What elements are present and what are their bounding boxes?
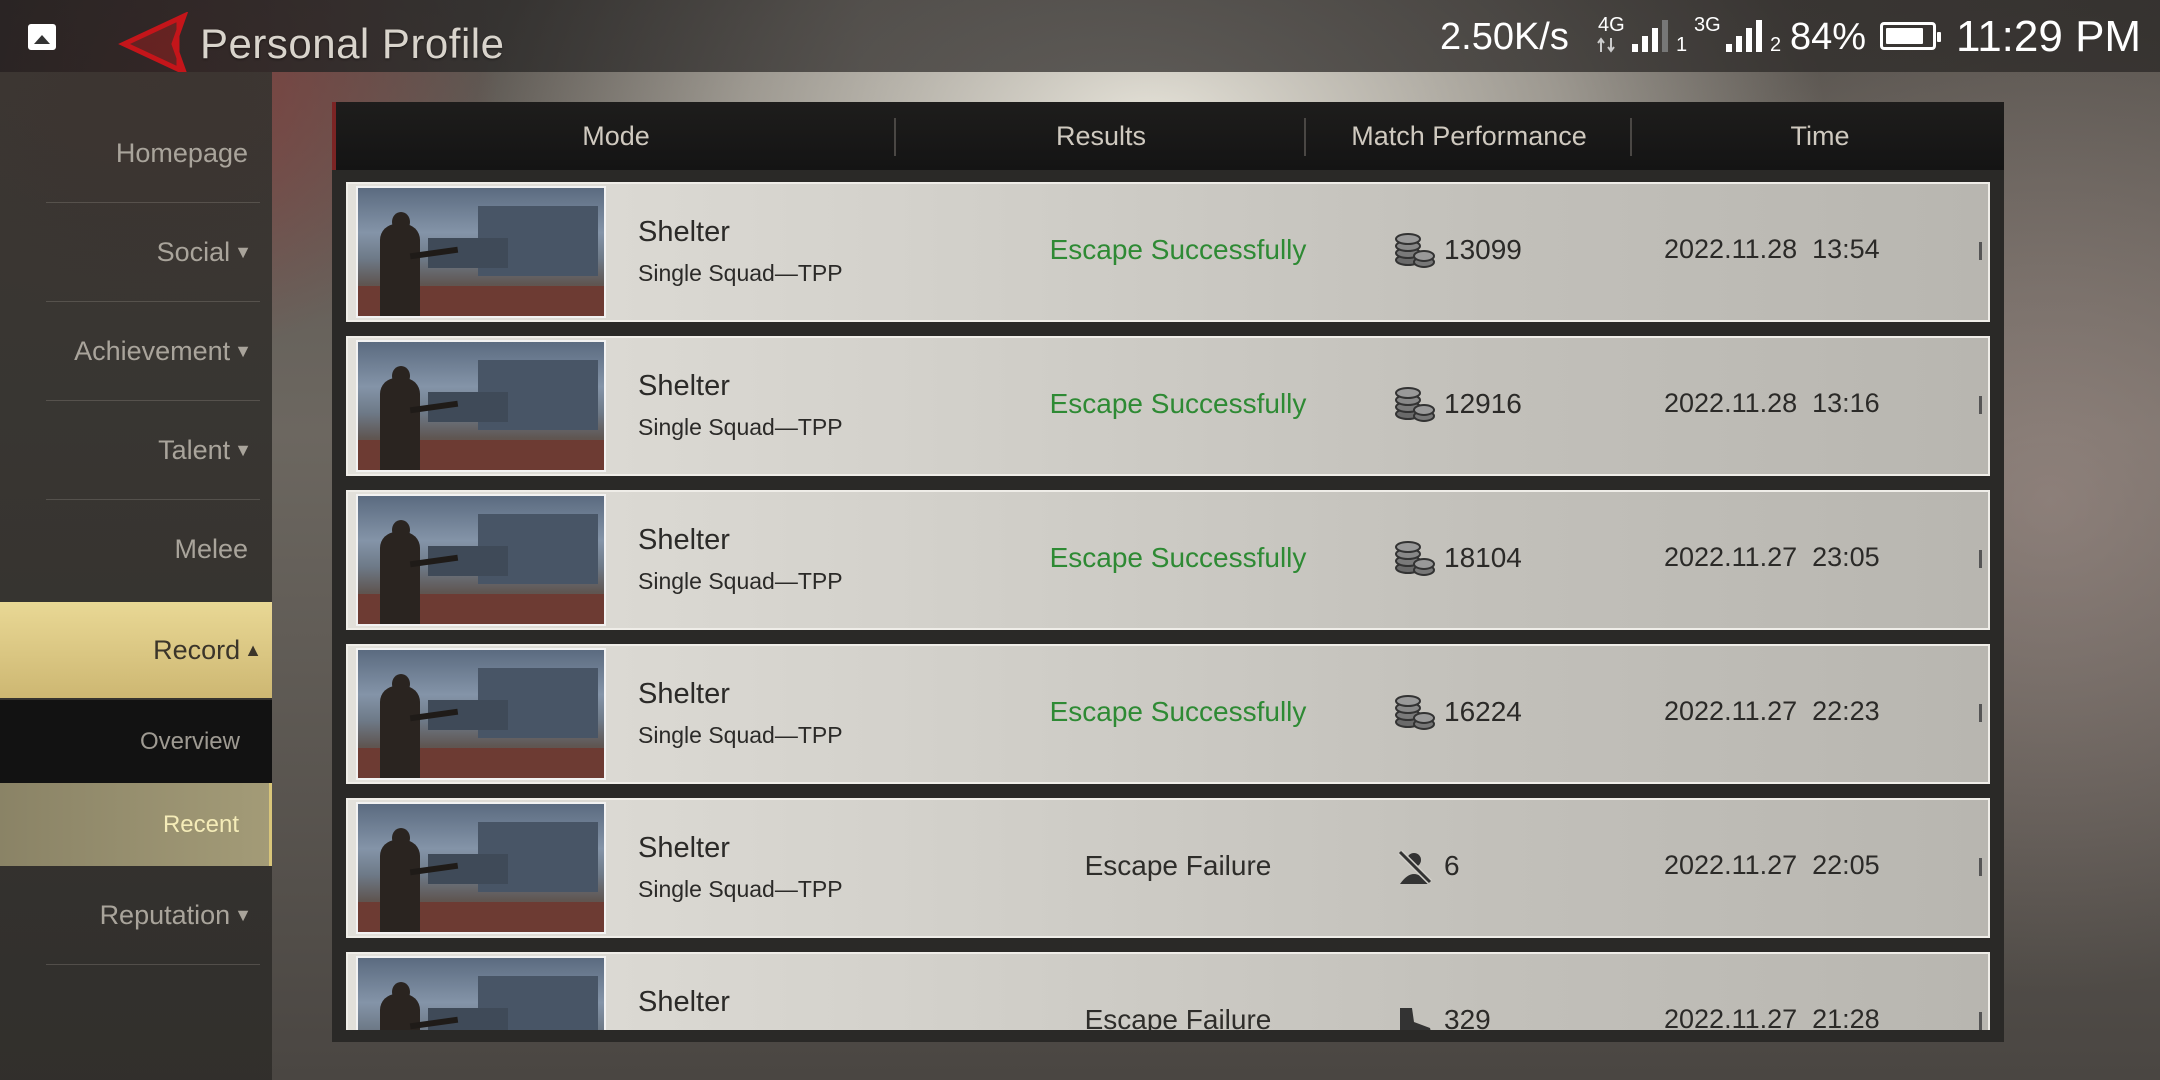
sidebar-item-social[interactable]: Social ▼ (46, 203, 260, 302)
row-marker (1979, 242, 1982, 260)
sidebar-subitem-label: Recent (162, 810, 239, 838)
sidebar-item-label: Record (153, 634, 241, 665)
mode-name: Single Squad—TPP (638, 876, 843, 902)
status-bar: Personal Profile 2.50K/s 4G 1 3G 2 84% 1… (0, 0, 2160, 76)
map-thumbnail (356, 648, 606, 780)
data-arrows-icon (1597, 37, 1615, 53)
coins-icon (1394, 540, 1436, 578)
match-record-table: Mode Results Match Performance Time Shel… (332, 102, 2004, 1042)
match-time: 2022.11.27 21:28 (1664, 1004, 1880, 1030)
map-name: Shelter (638, 678, 730, 710)
map-name: Shelter (638, 832, 730, 864)
coins-icon (1394, 694, 1436, 732)
mode-name: Single Squad—TPP (638, 414, 843, 440)
coins-icon (1394, 386, 1436, 424)
boot-icon (1394, 1002, 1436, 1030)
coins-icon (1394, 232, 1436, 270)
row-marker (1979, 704, 1982, 722)
sidebar-item-label: Homepage (115, 137, 248, 168)
chevron-up-icon: ▲ (244, 639, 262, 660)
chevron-down-icon: ▼ (234, 241, 252, 262)
sidebar-item-label: Social (156, 236, 231, 267)
table-row[interactable]: Shelter Single Squad—TPP Escape Successful… (346, 182, 1990, 322)
gallery-icon (28, 24, 56, 50)
clock: 11:29 PM (1956, 12, 2142, 61)
sidebar-item-talent[interactable]: Talent ▼ (46, 401, 260, 500)
row-marker (1979, 858, 1982, 876)
table-body[interactable]: Shelter Single Squad—TPP Escape Successful… (346, 182, 1990, 1030)
chevron-down-icon: ▼ (234, 904, 252, 925)
sidebar-item-label: Reputation (99, 899, 231, 930)
row-marker (1979, 396, 1982, 414)
table-row[interactable]: Shelter Single Squad—TPP Escape Successful… (346, 336, 1990, 476)
match-result: Escape Successfully (1049, 234, 1307, 265)
performance-value: 16224 (1444, 696, 1522, 727)
column-header-performance: Match Performance (1351, 120, 1587, 151)
match-result: Escape Successfully (1049, 696, 1307, 727)
table-row[interactable]: Shelter Single Squad—TPP Escape Successful… (346, 490, 1990, 630)
match-time: 2022.11.27 22:05 (1664, 850, 1880, 880)
chevron-down-icon: ▼ (234, 340, 252, 361)
map-name: Shelter (638, 524, 730, 556)
eliminated-icon (1394, 848, 1436, 886)
mode-name: Single Squad—TPP (638, 260, 843, 286)
sidebar-item-achievement[interactable]: Achievement ▼ (46, 302, 260, 401)
table-row[interactable]: Shelter Escape Failure 329 2022.11.27 21:28 (346, 952, 1990, 1030)
map-thumbnail (356, 494, 606, 626)
mode-name: Single Squad—TPP (638, 568, 843, 594)
performance-value: 13099 (1444, 234, 1522, 265)
back-arrow-icon[interactable] (118, 12, 190, 76)
match-time: 2022.11.28 13:54 (1664, 234, 1880, 264)
sidebar-item-record[interactable]: Record ▲ (0, 602, 272, 698)
table-row[interactable]: Shelter Single Squad—TPP Escape Successful… (346, 644, 1990, 784)
sidebar-item-label: Talent (158, 434, 231, 465)
page-title: Personal Profile (200, 20, 505, 67)
map-thumbnail (356, 340, 606, 472)
network-speed: 2.50K/s (1440, 16, 1569, 58)
mode-name: Single Squad—TPP (638, 722, 843, 748)
match-result: Escape Successfully (1049, 388, 1307, 419)
map-name: Shelter (638, 216, 730, 248)
row-marker (1979, 550, 1982, 568)
match-time: 2022.11.28 13:16 (1664, 388, 1880, 418)
battery-icon (1880, 22, 1941, 50)
map-thumbnail (356, 956, 606, 1030)
sidebar-item-melee[interactable]: Melee (46, 500, 260, 599)
chevron-down-icon: ▼ (234, 439, 252, 460)
sidebar-item-label: Melee (174, 534, 248, 564)
signal-icon (1632, 20, 1668, 52)
sim2-type-label: 3G (1694, 14, 1721, 36)
column-header-time: Time (1790, 120, 1850, 151)
map-name: Shelter (638, 370, 730, 402)
map-thumbnail (356, 186, 606, 318)
sidebar-subitem-recent[interactable]: Recent (0, 783, 272, 866)
signal-icon (1726, 20, 1762, 52)
performance-value: 6 (1444, 850, 1460, 881)
sidebar-subitem-label: Overview (139, 727, 240, 755)
table-header: Mode Results Match Performance Time (332, 102, 2004, 170)
column-header-mode: Mode (582, 120, 650, 151)
battery-percent: 84% (1790, 16, 1867, 58)
map-thumbnail (356, 802, 606, 934)
sidebar-item-reputation[interactable]: Reputation ▼ (46, 866, 260, 965)
sidebar-subitem-overview[interactable]: Overview (0, 700, 272, 783)
column-header-results: Results (1055, 120, 1147, 151)
sidebar-item-homepage[interactable]: Homepage (46, 104, 260, 203)
performance-value: 18104 (1444, 542, 1522, 573)
sim1-slot-label: 1 (1676, 34, 1688, 56)
match-result: Escape Failure (1084, 1004, 1272, 1030)
row-marker (1979, 1012, 1982, 1030)
sidebar-item-label: Achievement (74, 335, 231, 366)
performance-value: 12916 (1444, 388, 1522, 419)
match-result: Escape Successfully (1049, 542, 1307, 573)
match-result: Escape Failure (1084, 850, 1272, 881)
match-time: 2022.11.27 23:05 (1664, 542, 1880, 572)
map-name: Shelter (638, 986, 730, 1018)
table-row[interactable]: Shelter Single Squad—TPP Escape Failure 6 20… (346, 798, 1990, 938)
battery-level (1886, 28, 1923, 44)
sim2-slot-label: 2 (1770, 34, 1782, 56)
sim1-type-label: 4G (1598, 14, 1625, 36)
match-time: 2022.11.27 22:23 (1664, 696, 1880, 726)
performance-value: 329 (1444, 1004, 1491, 1030)
